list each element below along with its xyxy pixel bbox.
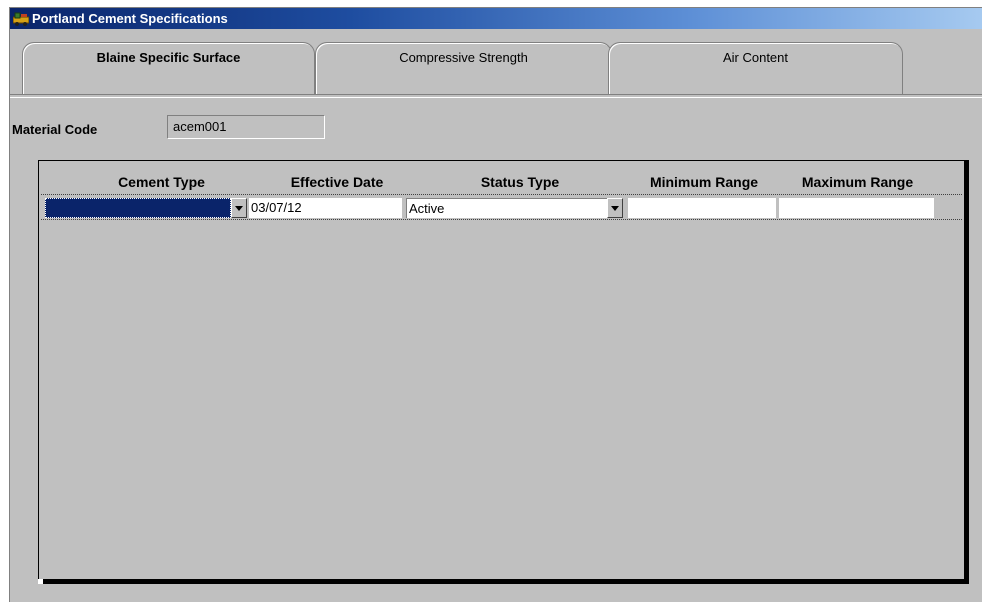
spec-grid: Cement Type Effective Date Status Type M… — [38, 160, 969, 584]
column-header-minimum-range: Minimum Range — [649, 174, 759, 190]
tab-label: Blaine Specific Surface — [96, 50, 241, 65]
status-type-dropdown-button[interactable] — [607, 198, 623, 218]
tab-compressive-strength[interactable]: Compressive Strength — [315, 42, 612, 94]
tab-blaine-specific-surface[interactable]: Blaine Specific Surface — [22, 42, 315, 94]
maximum-range-field[interactable] — [779, 198, 934, 218]
tab-divider — [10, 94, 982, 98]
table-row[interactable]: 03/07/12 Active — [41, 194, 962, 220]
material-code-label: Material Code — [12, 122, 98, 137]
title-bar[interactable]: Portland Cement Specifications — [10, 8, 982, 29]
app-icon — [13, 12, 29, 26]
window-title: Portland Cement Specifications — [32, 11, 228, 26]
tab-air-content[interactable]: Air Content — [608, 42, 903, 94]
cement-type-select[interactable] — [45, 198, 231, 218]
app-window: Portland Cement Specifications Blaine Sp… — [9, 7, 982, 602]
material-code-field[interactable]: acem001 — [167, 115, 325, 139]
effective-date-field[interactable]: 03/07/12 — [249, 198, 402, 218]
tab-label: Air Content — [722, 50, 789, 65]
chevron-down-icon — [235, 206, 243, 211]
minimum-range-field[interactable] — [628, 198, 776, 218]
status-type-select[interactable]: Active — [406, 198, 608, 218]
column-header-cement-type: Cement Type — [118, 174, 205, 190]
tab-label: Compressive Strength — [399, 50, 528, 65]
column-header-effective-date: Effective Date — [290, 174, 384, 190]
chevron-down-icon — [611, 206, 619, 211]
column-header-status-type: Status Type — [480, 174, 560, 190]
cement-type-dropdown-button[interactable] — [231, 198, 247, 218]
grid-corner — [38, 579, 43, 584]
column-header-maximum-range: Maximum Range — [801, 174, 914, 190]
